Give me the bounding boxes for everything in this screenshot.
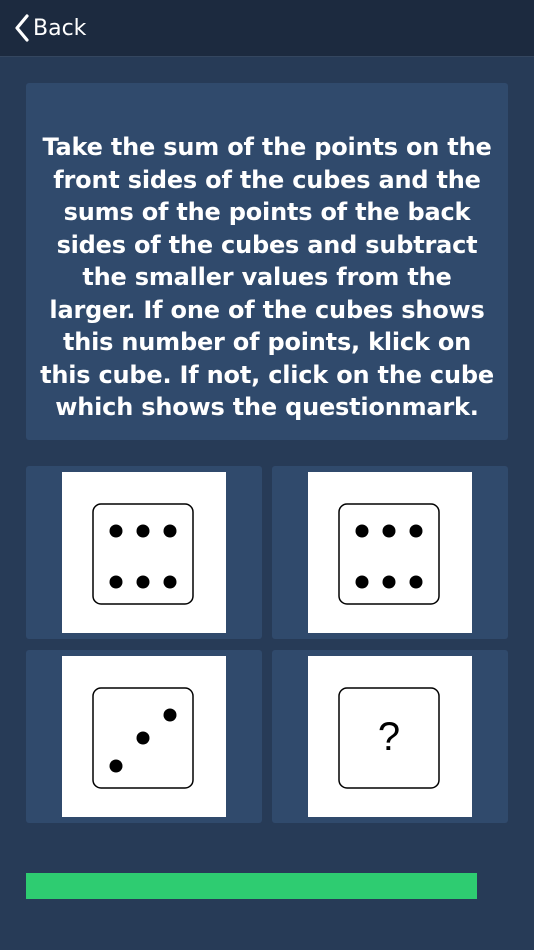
navigation-bar: Back [0,0,534,57]
die-face [62,472,226,633]
cube-option-1[interactable] [26,466,262,639]
progress-fill [26,873,477,899]
die-six-icon [338,503,440,605]
die-face: ? [308,656,472,817]
back-button[interactable]: Back [14,12,86,44]
question-card: Take the sum of the points on the front … [26,83,508,440]
question-mark: ? [377,714,401,759]
question-text: Take the sum of the points on the front … [40,133,494,421]
die-face [62,656,226,817]
die-three-icon [92,687,194,789]
progress-bar [26,873,508,899]
die-six-icon [92,503,194,605]
cube-option-question[interactable]: ? [272,650,508,823]
cube-option-3[interactable] [26,650,262,823]
die-face [308,472,472,633]
back-label: Back [33,15,87,41]
chevron-left-icon [14,14,33,42]
cube-option-2[interactable] [272,466,508,639]
